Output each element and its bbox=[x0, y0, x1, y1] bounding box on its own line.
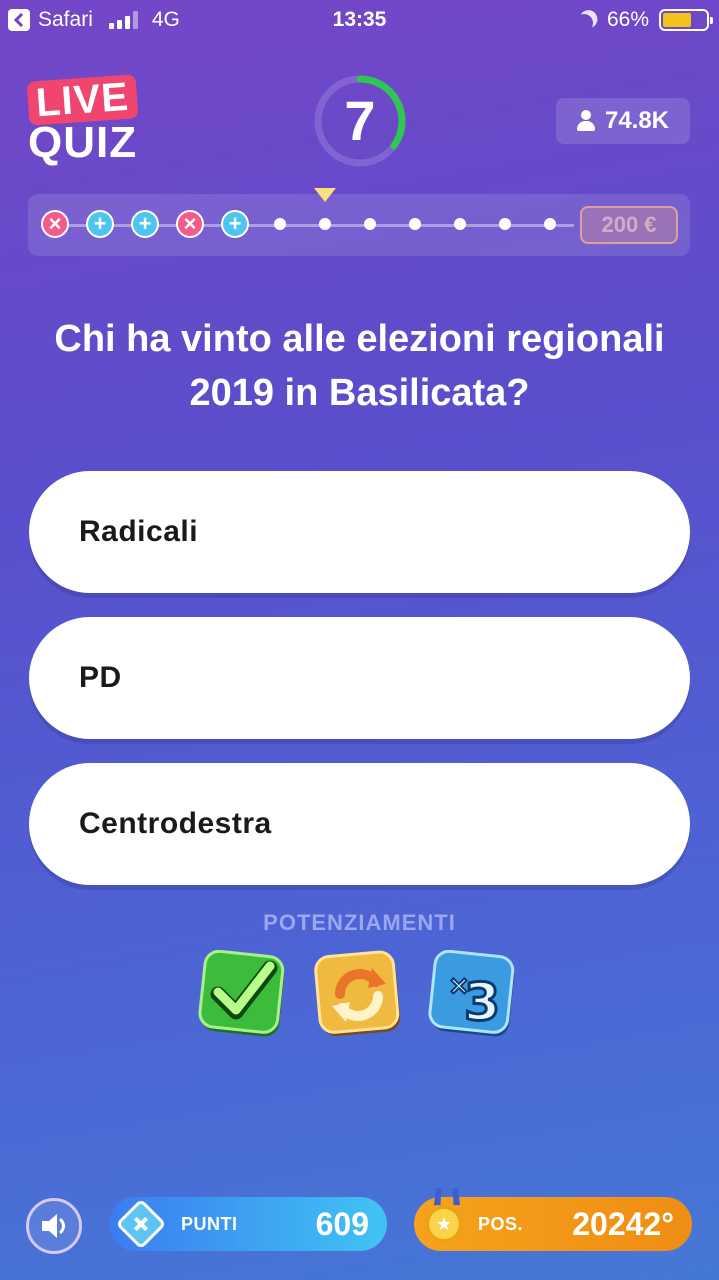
position-value: 20242° bbox=[572, 1205, 674, 1242]
prize-badge: 200 € bbox=[580, 206, 678, 244]
pending-step-dot bbox=[454, 218, 466, 230]
players-count: 74.8K bbox=[556, 98, 690, 144]
speaker-icon bbox=[42, 1214, 65, 1238]
answer-option-3[interactable]: Centrodestra bbox=[29, 763, 690, 885]
correct-answer-icon: + bbox=[86, 210, 114, 238]
players-count-value: 74.8K bbox=[604, 107, 670, 134]
times-three-icon[interactable]: × 3 bbox=[428, 949, 518, 1040]
answer-label: Centrodestra bbox=[79, 807, 272, 840]
powerups-title: POTENZIAMENTI bbox=[263, 910, 456, 935]
check-icon[interactable] bbox=[198, 949, 288, 1040]
pending-step-dot bbox=[409, 218, 421, 230]
status-bar: Safari 4G 13:35 66% bbox=[0, 0, 719, 40]
status-right: 66% bbox=[579, 8, 713, 32]
plus-diamond-icon bbox=[115, 1198, 167, 1250]
refresh-icon[interactable] bbox=[314, 950, 404, 1040]
question-progress-track: × + + × + 200 € bbox=[28, 188, 690, 256]
user-icon bbox=[576, 110, 595, 132]
correct-answer-icon: + bbox=[221, 210, 249, 238]
answer-option-1[interactable]: Radicali bbox=[29, 471, 690, 593]
countdown-timer: 7 bbox=[312, 73, 408, 169]
answer-label: PD bbox=[79, 661, 122, 694]
pending-step-dot bbox=[499, 218, 511, 230]
position-label: POS. bbox=[478, 1213, 524, 1234]
current-question-pointer-icon bbox=[314, 188, 336, 202]
timer-value: 7 bbox=[344, 89, 376, 152]
question-text: Chi ha vinto alle elezioni regionali 201… bbox=[54, 318, 665, 414]
wrong-answer-icon: × bbox=[176, 210, 204, 238]
logo-live: LIVE bbox=[26, 74, 139, 126]
answer-option-2[interactable]: PD bbox=[29, 617, 690, 739]
answered-step: × bbox=[41, 210, 69, 238]
answered-step: + bbox=[86, 210, 114, 238]
battery-percent: 66% bbox=[606, 8, 649, 31]
pending-step-dot bbox=[319, 218, 331, 230]
points-value: 609 bbox=[315, 1205, 369, 1242]
points-label: PUNTI bbox=[181, 1213, 238, 1234]
svg-text:3: 3 bbox=[464, 973, 500, 1033]
answered-step: + bbox=[131, 210, 159, 238]
logo-quiz: QUIZ bbox=[28, 118, 138, 167]
position-bar: ★ POS. 20242° bbox=[414, 1188, 692, 1251]
pending-step-dot bbox=[274, 218, 286, 230]
pending-step-dot bbox=[544, 218, 556, 230]
sound-toggle-button[interactable] bbox=[26, 1198, 82, 1254]
medal-icon: ★ bbox=[426, 1188, 462, 1242]
answered-step: + bbox=[221, 210, 249, 238]
pending-step-dot bbox=[364, 218, 376, 230]
answer-label: Radicali bbox=[79, 515, 199, 548]
battery-icon bbox=[659, 9, 713, 31]
answered-step: × bbox=[176, 210, 204, 238]
wrong-answer-icon: × bbox=[41, 210, 69, 238]
points-bar: PUNTI 609 bbox=[109, 1197, 387, 1251]
correct-answer-icon: + bbox=[131, 210, 159, 238]
live-quiz-logo: LIVE QUIZ bbox=[26, 74, 148, 167]
